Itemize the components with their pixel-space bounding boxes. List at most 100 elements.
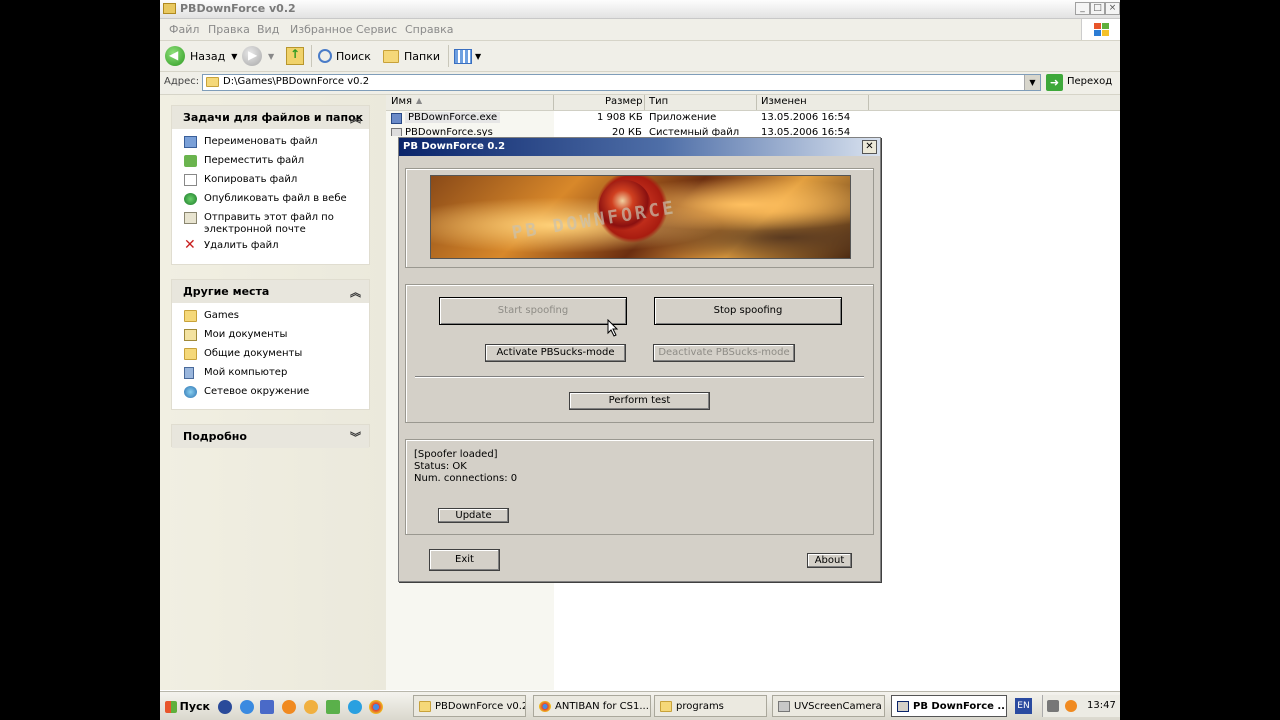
tray-app-icon[interactable]: [1047, 700, 1059, 712]
file-row[interactable]: PBDownForce.sys 20 КБ Системный файл 13.…: [386, 126, 1120, 136]
rename-file-link[interactable]: Переименовать файл: [172, 133, 369, 152]
pb-downforce-banner: PB DOWNFORCE: [430, 175, 851, 259]
file-row[interactable]: PBDownForce.exe 1 908 КБ Приложение 13.0…: [386, 111, 1120, 126]
mouse-cursor-icon: [607, 319, 619, 337]
window-icon: [897, 700, 909, 712]
tray-app-icon[interactable]: [1065, 700, 1077, 712]
pbdownforce-dialog: PB DownForce 0.2 ✕ PB DOWNFORCE Start sp…: [398, 137, 881, 582]
expand-icon[interactable]: ︾: [350, 429, 361, 445]
network-icon: [184, 386, 197, 398]
forward-button[interactable]: ▶ ▼: [242, 45, 274, 67]
start-button[interactable]: Пуск: [162, 695, 210, 718]
banner-logo-text: PB DOWNFORCE: [510, 197, 678, 244]
address-dropdown-icon[interactable]: ▼: [1024, 75, 1040, 90]
folders-button[interactable]: Папки: [383, 45, 440, 67]
email-file-link[interactable]: Отправить этот файл по электронной почте: [172, 209, 369, 237]
file-tasks-header[interactable]: Задачи для файлов и папок ︽: [172, 106, 369, 129]
toolbar-separator: [448, 45, 449, 67]
app-icon[interactable]: [326, 700, 340, 714]
file-modified: 13.05.2006 16:54: [761, 112, 851, 123]
exe-file-icon: [391, 113, 402, 124]
collapse-icon[interactable]: ︽: [350, 284, 361, 300]
firefox-icon[interactable]: [282, 700, 296, 714]
globe-icon: [184, 193, 197, 205]
back-dropdown-icon: ▼: [231, 51, 238, 61]
copy-icon: [184, 174, 197, 186]
place-network[interactable]: Сетевое окружение: [172, 383, 369, 402]
media-icon[interactable]: [304, 700, 318, 714]
up-folder-button[interactable]: ↑: [286, 45, 304, 67]
task-antiban[interactable]: ANTIBAN for CS1...: [533, 695, 651, 717]
address-input[interactable]: D:\Games\PBDownForce v0.2 ▼: [202, 74, 1041, 91]
dialog-close-button[interactable]: ✕: [862, 140, 877, 154]
file-name: PBDownForce.sys: [405, 127, 493, 136]
file-size: 1 908 КБ: [597, 112, 643, 123]
about-button[interactable]: About: [807, 553, 852, 568]
divider: [415, 376, 864, 378]
column-modified[interactable]: Изменен: [761, 96, 807, 107]
forward-dropdown-icon: ▼: [268, 51, 275, 61]
copy-file-link[interactable]: Копировать файл: [172, 171, 369, 190]
details-header[interactable]: Подробно ︾: [172, 425, 369, 448]
minimize-button[interactable]: _: [1075, 2, 1090, 15]
delete-file-link[interactable]: ✕ Удалить файл: [172, 237, 369, 256]
windows-logo-icon: [1081, 19, 1120, 40]
file-tasks-title: Задачи для файлов и папок: [183, 111, 364, 124]
menu-edit[interactable]: Правка: [208, 23, 250, 36]
place-games[interactable]: Games: [172, 307, 369, 326]
activate-pbsucks-button[interactable]: Activate PBSucks-mode: [485, 344, 626, 362]
menu-help[interactable]: Справка: [405, 23, 453, 36]
task-programs[interactable]: programs: [654, 695, 767, 717]
task-pbdownforce[interactable]: PB DownForce ...: [891, 695, 1007, 717]
stop-spoofing-button[interactable]: Stop spoofing: [654, 297, 842, 325]
back-label: Назад: [190, 49, 226, 63]
details-panel: Подробно ︾: [171, 424, 370, 448]
skype-icon[interactable]: [348, 700, 362, 714]
exit-button[interactable]: Exit: [429, 549, 500, 571]
ie-icon[interactable]: [240, 700, 254, 714]
maximize-button[interactable]: □: [1090, 2, 1105, 15]
address-bar: Адрес: D:\Games\PBDownForce v0.2 ▼ ➜ Пер…: [160, 72, 1120, 95]
outlook-icon[interactable]: [260, 700, 274, 714]
views-button[interactable]: ▼: [454, 45, 481, 67]
clock: 13:47: [1087, 700, 1116, 711]
folder-icon: [206, 77, 219, 87]
back-button[interactable]: ◀ Назад ▼: [165, 45, 237, 67]
quicklaunch-icon[interactable]: [218, 700, 232, 714]
collapse-icon[interactable]: ︽: [350, 110, 361, 126]
go-button[interactable]: Переход: [1067, 76, 1112, 87]
language-indicator[interactable]: EN: [1015, 698, 1032, 714]
search-label: Поиск: [336, 49, 371, 63]
column-type[interactable]: Тип: [649, 96, 668, 107]
task-explorer[interactable]: PBDownForce v0.2: [413, 695, 526, 717]
task-uvscreencamera[interactable]: UVScreenCamera: [772, 695, 885, 717]
column-name[interactable]: Имя: [391, 96, 412, 107]
other-places-header[interactable]: Другие места ︽: [172, 280, 369, 303]
menu-file[interactable]: Файл: [169, 23, 199, 36]
perform-test-button[interactable]: Perform test: [569, 392, 710, 410]
sort-ascending-icon: ▲: [416, 96, 423, 105]
place-shared-documents[interactable]: Общие документы: [172, 345, 369, 364]
menu-view[interactable]: Вид: [257, 23, 279, 36]
column-size[interactable]: Размер: [605, 96, 643, 107]
chrome-icon[interactable]: [369, 700, 383, 714]
deactivate-pbsucks-button[interactable]: Deactivate PBSucks-mode: [653, 344, 795, 362]
move-file-link[interactable]: Переместить файл: [172, 152, 369, 171]
menu-bar: Файл Правка Вид Избранное Сервис Справка: [160, 19, 1120, 41]
update-button[interactable]: Update: [438, 508, 509, 523]
place-my-computer[interactable]: Мой компьютер: [172, 364, 369, 383]
menu-tools[interactable]: Сервис: [356, 23, 397, 36]
folder-icon: [419, 700, 431, 712]
menu-favorites[interactable]: Избранное: [290, 23, 352, 36]
dialog-title-bar[interactable]: PB DownForce 0.2 ✕: [399, 138, 880, 156]
views-dropdown-icon: ▼: [475, 51, 482, 61]
go-arrow-icon[interactable]: ➜: [1046, 74, 1063, 91]
search-button[interactable]: Поиск: [318, 45, 371, 67]
start-spoofing-button[interactable]: Start spoofing: [439, 297, 627, 325]
place-my-documents[interactable]: Мои документы: [172, 326, 369, 345]
file-modified: 13.05.2006 16:54: [761, 127, 851, 136]
close-button[interactable]: ×: [1105, 2, 1120, 15]
taskbar: Пуск PBDownForce v0.2 ANTIBAN for CS1...…: [160, 691, 1120, 720]
controls-group: Start spoofing Stop spoofing Activate PB…: [405, 284, 874, 423]
publish-file-link[interactable]: Опубликовать файл в вебе: [172, 190, 369, 209]
